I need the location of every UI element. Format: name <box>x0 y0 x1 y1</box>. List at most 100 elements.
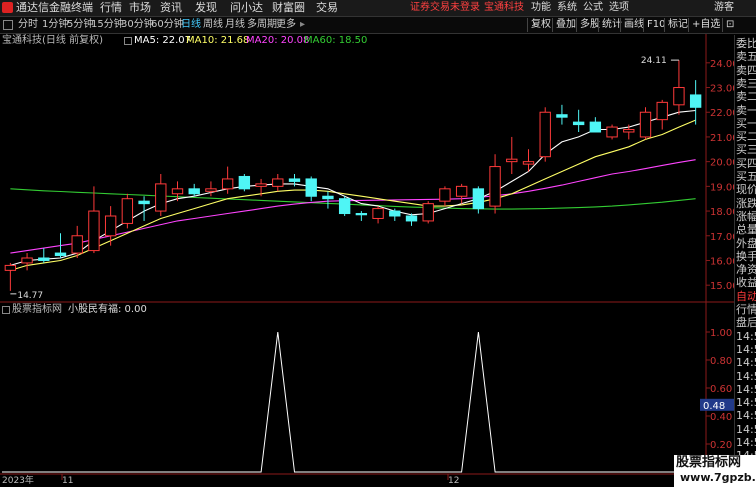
current-stock-name: 宝通科技 <box>484 2 524 13</box>
indicator-axis-label: 0.40 <box>710 412 732 423</box>
indicator-axis-label: 1.00 <box>710 328 732 339</box>
more-dropdown-icon[interactable]: ▸ <box>300 18 305 32</box>
period-tab-monthly[interactable]: 月线 <box>225 18 245 32</box>
side-panel-label: 卖二 <box>736 90 756 104</box>
candle <box>539 107 551 162</box>
side-panel-label: 换手 <box>736 249 756 263</box>
watermark: 股票指标网 www.7gpzb.com <box>674 455 756 487</box>
candle-body <box>623 129 635 133</box>
side-panel-label: 现价 <box>736 183 756 197</box>
candle-body <box>606 126 618 138</box>
app-logo-icon <box>2 2 13 13</box>
side-panel-label: 14:5 <box>736 369 756 383</box>
date-label-dec: 12 <box>448 476 460 486</box>
side-panel-label: 14:5 <box>736 436 756 449</box>
adjust-button[interactable]: 复权 <box>527 18 551 32</box>
draw-button[interactable]: 画线 <box>620 18 644 32</box>
date-label-nov: 11 <box>62 476 74 486</box>
stats-button[interactable]: 统计 <box>598 18 622 32</box>
menu-item-formula[interactable]: 公式 <box>583 1 603 15</box>
period-tab-15min[interactable]: 15分钟 <box>91 18 124 32</box>
period-tab-30min[interactable]: 30分钟 <box>121 18 154 32</box>
candle-body <box>288 178 301 182</box>
side-panel-label: 涨幅 <box>736 209 756 223</box>
mark-button[interactable]: 标记 <box>664 18 688 32</box>
menu-item-trade[interactable]: 交易 <box>316 1 338 15</box>
low-price-label: 14.77 <box>17 291 43 301</box>
side-panel-label: 委比 <box>736 37 756 50</box>
candle <box>656 99 668 130</box>
period-tab-5min[interactable]: 5分钟 <box>67 18 93 32</box>
candle <box>238 174 251 192</box>
candle-body <box>372 208 384 219</box>
candle <box>121 193 134 229</box>
legend-ma20: MA20: 20.08 <box>246 35 310 46</box>
candle-body <box>439 188 451 202</box>
chart-title: 宝通科技(日线 前复权) <box>2 35 103 46</box>
price-axis-label: 20.00 <box>710 158 734 169</box>
side-panel-label: 卖四 <box>736 63 756 77</box>
candle-body <box>205 188 217 192</box>
f10-button[interactable]: F10 <box>643 18 665 32</box>
candle-body <box>88 210 100 252</box>
candle-body <box>689 94 702 108</box>
menu-item-system[interactable]: 系统 <box>557 1 577 15</box>
period-tab-weekly[interactable]: 周线 <box>203 18 223 32</box>
period-tab-60min[interactable]: 60分钟 <box>151 18 184 32</box>
menu-item-options[interactable]: 选项 <box>609 1 629 15</box>
period-tab-1min[interactable]: 1分钟 <box>42 18 68 32</box>
side-panel-label: 自动 <box>736 289 756 303</box>
price-axis-label: 23.00 <box>710 84 734 95</box>
menu-item-market[interactable]: 市场 <box>129 1 151 15</box>
main-legend: 宝通科技(日线 前复权) MA5: 22.07 MA10: 21.68 MA20… <box>0 35 700 47</box>
candle-body <box>539 111 551 158</box>
trade-login-notice[interactable]: 证券交易未登录 <box>410 1 480 15</box>
guest-user[interactable]: 游客 <box>714 1 734 15</box>
candle-body <box>589 121 602 133</box>
ma10-line <box>10 119 696 271</box>
indicator-toggle-icon[interactable] <box>2 306 10 314</box>
candle <box>355 211 368 221</box>
side-panel-label: 卖五 <box>736 50 756 64</box>
watermark-url: www.7gpzb.com <box>680 471 756 484</box>
watermark-title: 股票指标网 <box>676 455 742 470</box>
side-panel-label: 卖一 <box>736 103 756 117</box>
candle-body <box>673 87 685 106</box>
candle-body <box>272 178 284 187</box>
indicator-cursor-value: 0.48 <box>703 401 725 412</box>
legend-toggle-icon[interactable] <box>124 37 132 45</box>
kline-chart[interactable]: 24.00 23.00 22.00 21.00 20.00 19.00 18.00 17.00… <box>0 34 734 485</box>
candle <box>138 196 150 221</box>
candle-body <box>656 101 668 121</box>
menu-item-news[interactable]: 资讯 <box>160 1 182 15</box>
expand-panel-icon[interactable]: ⊡ <box>722 18 734 32</box>
period-tab-daily[interactable]: 日线 <box>181 18 201 32</box>
menu-item-ask[interactable]: 问小达 <box>230 1 263 15</box>
candle-body <box>238 175 251 190</box>
toggle-panel-icon[interactable] <box>3 20 13 30</box>
overlay-button[interactable]: 叠加 <box>552 18 576 32</box>
multi-stock-button[interactable]: 多股 <box>576 18 600 32</box>
period-tab-tick[interactable]: 分时 <box>18 18 38 32</box>
menu-item-quotes[interactable]: 行情 <box>100 1 122 15</box>
period-tab-multi[interactable]: 多周期 <box>247 18 277 32</box>
period-tab-more[interactable]: 更多 <box>276 18 296 32</box>
candle <box>589 117 602 133</box>
menu-item-discover[interactable]: 发现 <box>195 1 217 15</box>
candle-body <box>155 183 167 212</box>
candle-body <box>322 195 334 200</box>
candle <box>489 154 501 214</box>
side-panel-label: 收益 <box>736 276 756 290</box>
side-panel-label: 14:5 <box>736 356 756 370</box>
candle <box>472 186 485 214</box>
menu-item-function[interactable]: 功能 <box>531 1 551 15</box>
candle <box>689 80 702 125</box>
price-axis-label: 22.00 <box>710 108 734 119</box>
app-title: 通达信金融终端 <box>16 1 93 14</box>
price-axis-label: 18.00 <box>710 207 734 218</box>
candle <box>21 253 33 271</box>
candle-body <box>389 210 401 217</box>
side-panel-label: 14:5 <box>736 396 756 410</box>
add-watchlist-button[interactable]: +自选 <box>688 18 720 32</box>
menu-item-wealth[interactable]: 财富圈 <box>272 1 305 15</box>
